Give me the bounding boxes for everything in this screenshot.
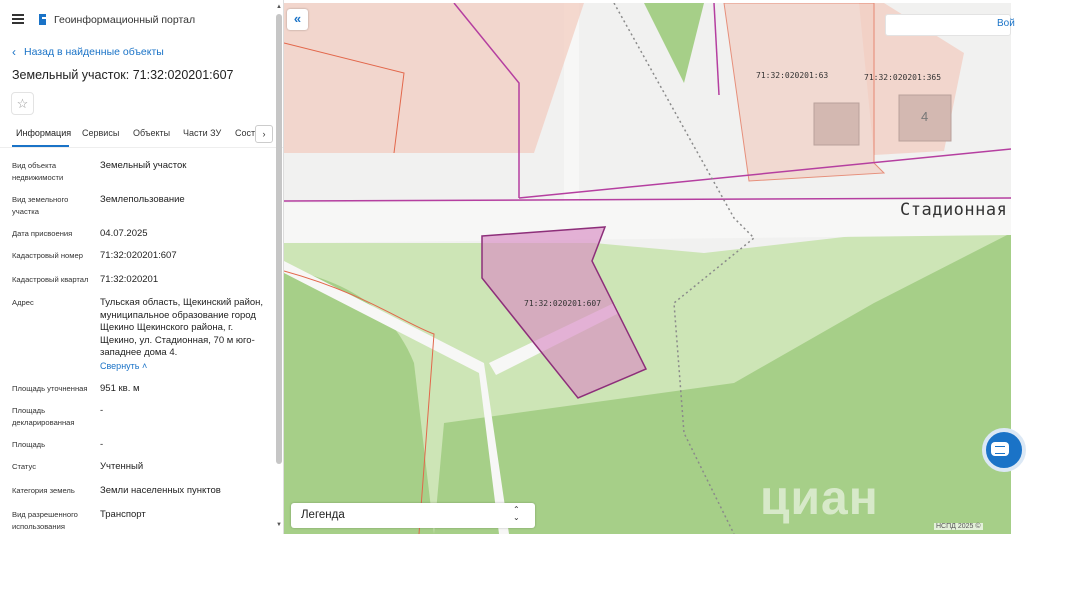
collapse-address-link[interactable]: Свернуть ˄ [100, 361, 147, 371]
map-search-box[interactable] [885, 14, 1011, 36]
street-label: Стадионная [900, 200, 1008, 220]
property-label: Площадь уточненная [12, 384, 88, 393]
copyright-label: НСПД 2025 © [934, 523, 983, 530]
property-value: Земли населенных пунктов [100, 485, 221, 496]
property-value: 71:32:020201 [100, 274, 159, 285]
tabs-next-button[interactable]: › [255, 125, 273, 143]
hamburger-menu-icon[interactable] [12, 14, 24, 24]
property-value: 71:32:020201:607 [100, 250, 177, 261]
property-value: Учтенный [100, 461, 144, 472]
property-label: Статус [12, 462, 37, 471]
watermark-logo: циан [760, 472, 879, 525]
panel-header: Геоинформационный портал [0, 8, 283, 32]
scroll-down-arrow-icon[interactable]: ▼ [276, 522, 282, 528]
property-value: Земельный участок [100, 160, 187, 171]
parcel-top-left [284, 3, 584, 153]
property-label: Площадь декларированная [12, 406, 75, 427]
panel-scrollbar[interactable] [276, 14, 282, 464]
property-label: Категория земель [12, 486, 75, 495]
info-tabs: Информация Сервисы Объекты Части ЗУ Сост… [0, 122, 283, 148]
property-value: 04.07.2025 [100, 228, 148, 239]
building-63 [813, 102, 860, 146]
tab-services[interactable]: Сервисы [82, 128, 119, 138]
tab-objects[interactable]: Объекты [133, 128, 170, 138]
collapse-address-label: Свернуть [100, 361, 140, 371]
quarter-boundary [713, 3, 720, 96]
property-value: 951 кв. м [100, 383, 140, 394]
map-canvas[interactable]: Стадионная 71:32:020201:607 71:32:020201… [284, 3, 1011, 534]
back-link-label: Назад в найденные объекты [24, 46, 164, 58]
map-graphics [284, 3, 1011, 534]
legend-label: Легенда [301, 509, 345, 521]
parcel-365-label: 71:32:020201:365 [864, 73, 942, 82]
app-title: Геоинформационный портал [54, 14, 196, 26]
favorite-star-button[interactable]: ☆ [11, 92, 34, 115]
property-label: Кадастровый номер [12, 251, 83, 260]
property-value: - [100, 405, 104, 416]
parcel-63-label: 71:32:020201:63 [756, 71, 829, 80]
object-info-panel: Геоинформационный портал ‹ Назад в найде… [0, 0, 284, 534]
property-value: Тульская область, Щекинский район, муниц… [100, 297, 264, 358]
tab-information[interactable]: Информация [16, 128, 71, 138]
tab-parcel-parts[interactable]: Части ЗУ [183, 128, 221, 138]
chevron-left-icon: ‹ [12, 45, 16, 59]
property-value: - [100, 439, 104, 450]
chevron-up-icon: ˄ [142, 361, 148, 371]
select-arrows-icon: ⌃ ⌄ [513, 505, 520, 522]
property-label: Дата присвоения [12, 229, 73, 238]
portal-logo-icon [39, 14, 46, 25]
collapse-panel-button[interactable]: « [287, 9, 308, 30]
map-search-label: Вой [997, 18, 1015, 29]
parcel-63-outline [723, 3, 886, 182]
property-label: Вид земельного участка [12, 195, 69, 216]
house-number-label: 4 [921, 109, 929, 124]
property-value: Транспорт [100, 509, 146, 520]
object-title: Земельный участок: 71:32:020201:607 [12, 68, 234, 82]
property-label: Кадастровый квартал [12, 275, 89, 284]
back-to-results-link[interactable]: ‹ Назад в найденные объекты [12, 45, 164, 59]
active-tab-indicator [12, 145, 69, 147]
green-area-north [644, 3, 704, 83]
property-label: Площадь [12, 440, 46, 449]
chat-bubble-icon [991, 442, 1009, 456]
scroll-up-arrow-icon[interactable]: ▲ [276, 4, 282, 10]
property-label: Вид разрешенного использования [12, 510, 78, 531]
property-label: Вид объекта недвижимости [12, 161, 64, 182]
page-bottom-blank [0, 534, 1073, 610]
parcel-label: 71:32:020201:607 [524, 299, 602, 308]
property-value: Землепользование [100, 194, 185, 205]
property-label: Адрес [12, 298, 34, 307]
